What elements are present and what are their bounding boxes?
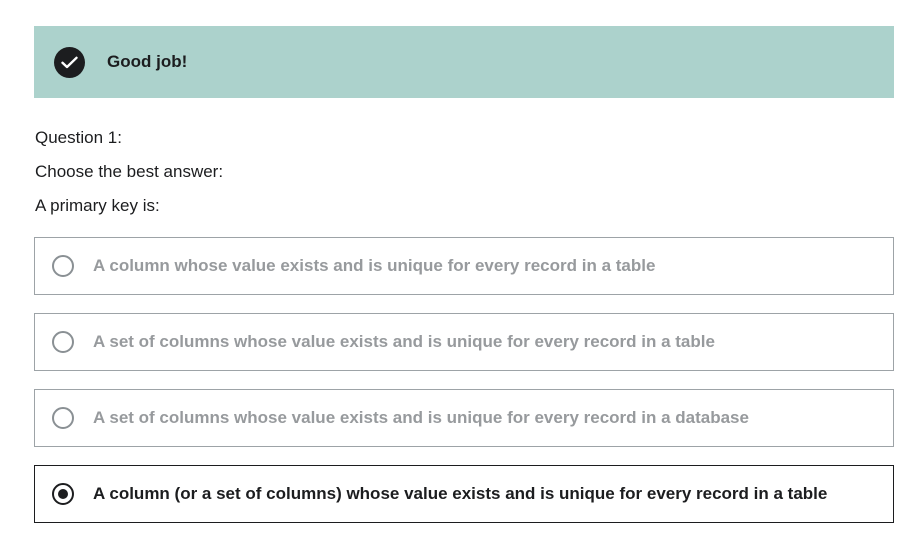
radio-button[interactable] (52, 331, 74, 353)
answer-option-2[interactable]: A set of columns whose value exists and … (34, 313, 894, 371)
answer-option-3[interactable]: A set of columns whose value exists and … (34, 389, 894, 447)
answer-option-1[interactable]: A column whose value exists and is uniqu… (34, 237, 894, 295)
answer-option-label: A set of columns whose value exists and … (93, 408, 749, 427)
answer-option-label: A column whose value exists and is uniqu… (93, 256, 656, 275)
question-instruction: Choose the best answer: (35, 162, 224, 181)
answer-option-4[interactable]: A column (or a set of columns) whose val… (34, 465, 894, 523)
check-circle-icon (54, 47, 85, 78)
answer-option-label: A column (or a set of columns) whose val… (93, 484, 828, 503)
radio-button[interactable] (52, 255, 74, 277)
radio-selected-dot (58, 489, 68, 499)
answer-option-label: A set of columns whose value exists and … (93, 332, 715, 351)
answer-options: A column whose value exists and is uniqu… (34, 237, 894, 541)
radio-button-selected[interactable] (52, 483, 74, 505)
question-prompt: A primary key is: (35, 196, 160, 215)
feedback-banner: Good job! (34, 26, 894, 98)
question-number: Question 1: (35, 128, 122, 147)
radio-button[interactable] (52, 407, 74, 429)
feedback-message: Good job! (107, 52, 188, 71)
